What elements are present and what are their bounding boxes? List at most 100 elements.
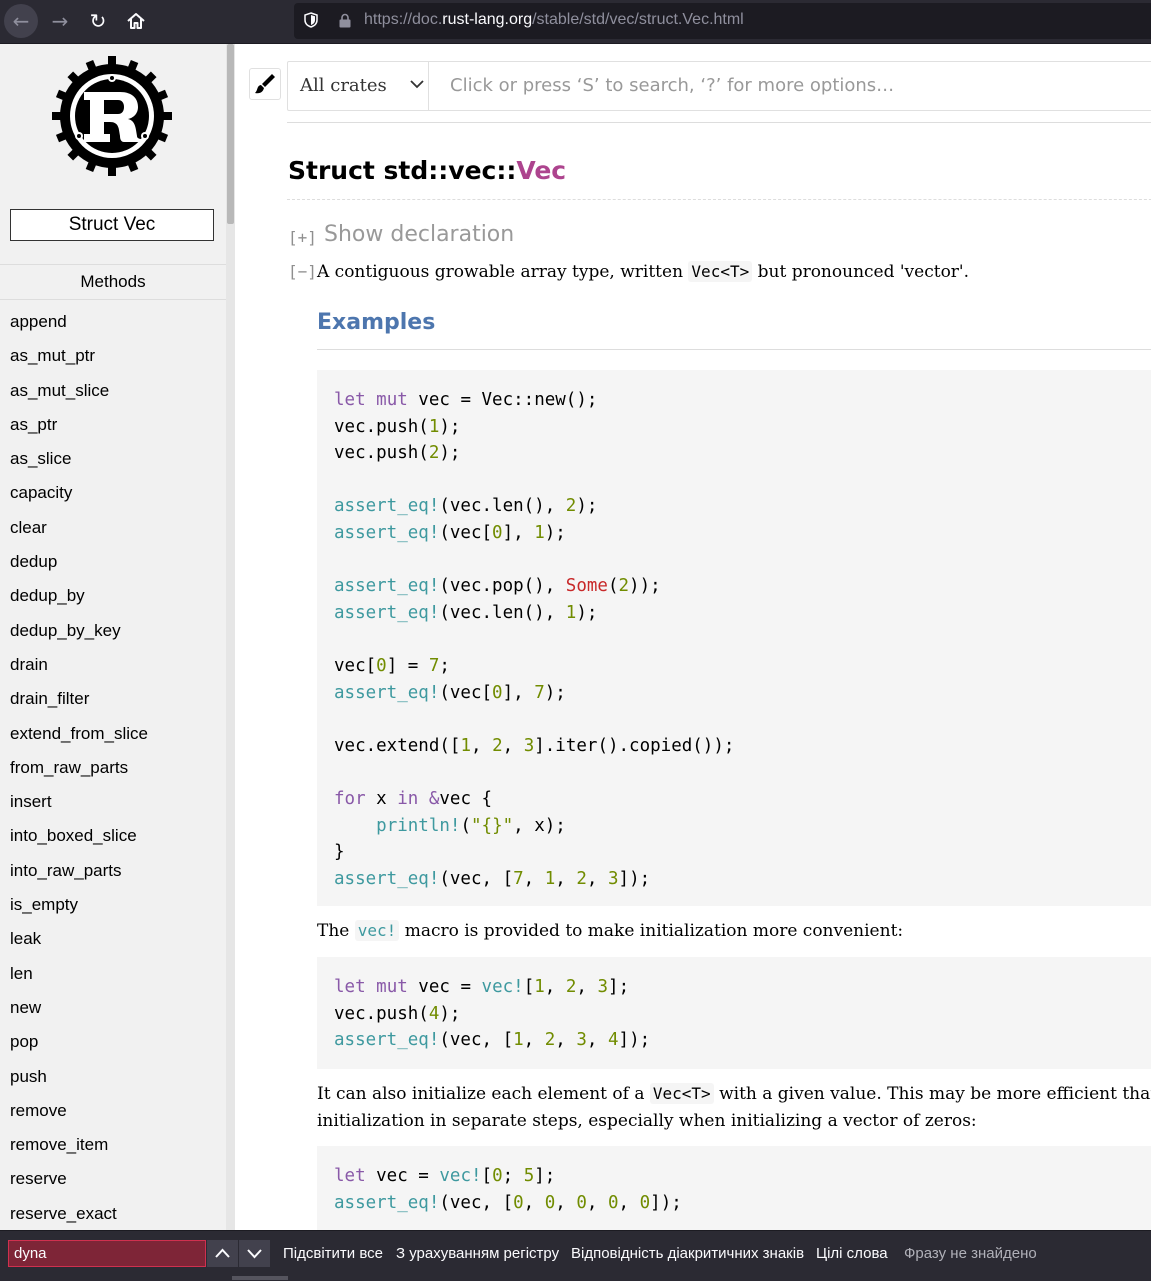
code-token: ); [439, 1003, 461, 1024]
sidebar-method-push[interactable]: push [10, 1067, 148, 1101]
code-token: 0 [576, 1192, 587, 1213]
sidebar-method-insert[interactable]: insert [10, 792, 148, 826]
sidebar-scrollbar-thumb[interactable] [227, 44, 234, 224]
code-token: )); [629, 576, 661, 597]
sidebar-method-drain-filter[interactable]: drain_filter [10, 689, 148, 723]
methods-section-title[interactable]: Methods [0, 264, 226, 300]
reload-button[interactable]: ↻ [81, 4, 115, 38]
sidebar-method-as-slice[interactable]: as_slice [10, 449, 148, 483]
code-token: 0 [513, 1192, 524, 1213]
code-token: (vec, [ [439, 1030, 514, 1051]
sidebar-method-as-mut-ptr[interactable]: as_mut_ptr [10, 346, 148, 380]
home-button[interactable] [119, 4, 153, 38]
highlight-all-toggle[interactable]: Підсвітити все [283, 1245, 383, 1262]
code-token: , [523, 868, 545, 889]
code-token: , [586, 868, 608, 889]
code-token: vec.push( [334, 443, 429, 464]
inline-code: Vec<T> [688, 261, 753, 282]
forward-button[interactable]: → [43, 4, 77, 38]
sidebar-method-remove-item[interactable]: remove_item [10, 1135, 148, 1169]
code-token: ); [439, 416, 461, 437]
sidebar-method-clear[interactable]: clear [10, 518, 148, 552]
arrow-left-icon: ← [12, 9, 30, 33]
struct-label[interactable]: Struct Vec [10, 209, 214, 241]
code-token: 0 [608, 1192, 619, 1213]
code-token: vec! [439, 1166, 482, 1186]
code-token: println! [376, 815, 461, 836]
code-token: 0 [492, 682, 503, 703]
code-token: ]); [618, 868, 651, 889]
code-token: ); [576, 602, 598, 623]
find-input[interactable]: dyna [8, 1240, 206, 1267]
code-token: vec.extend([ [334, 735, 461, 756]
sidebar-method-dedup-by-key[interactable]: dedup_by_key [10, 621, 148, 655]
chevron-down-icon [410, 80, 424, 89]
code-token: 3 [523, 735, 535, 756]
code-block-2: let mut vec = vec![1, 2, 3]; vec.push(4)… [317, 957, 1151, 1069]
code-token: 0 [492, 522, 503, 543]
code-token: ); [439, 443, 461, 464]
sidebar-method-drain[interactable]: drain [10, 655, 148, 689]
sidebar-method-as-mut-slice[interactable]: as_mut_slice [10, 381, 148, 415]
sidebar-method-dedup[interactable]: dedup [10, 552, 148, 586]
sidebar-method-as-ptr[interactable]: as_ptr [10, 415, 148, 449]
sidebar-method-reserve-exact[interactable]: reserve_exact [10, 1204, 148, 1230]
code-token: 7 [534, 682, 545, 703]
back-button[interactable]: ← [4, 4, 38, 38]
code-token: , [586, 1030, 608, 1051]
code-token: "{}" [471, 815, 514, 836]
lock-icon[interactable] [338, 13, 352, 28]
find-next-button[interactable] [239, 1240, 270, 1267]
search-input[interactable]: Click or press ‘S’ to search, ‘?’ for mo… [450, 62, 894, 110]
sidebar-method-dedup-by[interactable]: dedup_by [10, 586, 148, 620]
sidebar-method-leak[interactable]: leak [10, 929, 148, 963]
find-status: Фразу не знайдено [904, 1245, 1037, 1262]
chevron-down-icon [247, 1249, 262, 1259]
crate-select[interactable]: All crates [288, 62, 429, 110]
divider [287, 122, 1151, 123]
code-token: 3 [608, 868, 619, 889]
sidebar-method-len[interactable]: len [10, 964, 148, 998]
horizontal-scrollbar[interactable] [232, 1276, 288, 1280]
find-bar: dyna Підсвітити все З урахуванням регіст… [0, 1230, 1151, 1281]
vec-macro-text-part: macro is provided to make initialization… [399, 921, 904, 941]
code-token: ], [502, 522, 535, 543]
sidebar-method-extend-from-slice[interactable]: extend_from_slice [10, 724, 148, 758]
sidebar-method-capacity[interactable]: capacity [10, 483, 148, 517]
code-token: & [428, 788, 440, 809]
sidebar-scrollbar[interactable] [226, 44, 235, 1230]
rust-logo-icon[interactable] [50, 54, 174, 178]
match-diacritics-toggle[interactable]: Відповідність діакритичних знаків [571, 1245, 804, 1262]
code-token: 2 [565, 496, 577, 517]
show-declaration-link[interactable]: Show declaration [324, 222, 514, 247]
sidebar-method-into-boxed-slice[interactable]: into_boxed_slice [10, 826, 148, 860]
code-token: 3 [576, 1030, 587, 1051]
code-token: ; [439, 655, 450, 676]
sidebar-method-reserve[interactable]: reserve [10, 1169, 148, 1203]
theme-picker-button[interactable] [249, 68, 281, 100]
collapse-docs-toggle[interactable]: [−] [288, 262, 317, 281]
sidebar-method-into-raw-parts[interactable]: into_raw_parts [10, 861, 148, 895]
match-case-toggle[interactable]: З урахуванням регістру [396, 1245, 559, 1262]
address-bar[interactable]: https://doc.rust-lang.org/stable/std/vec… [294, 3, 1151, 39]
sidebar-method-remove[interactable]: remove [10, 1101, 148, 1135]
whole-words-toggle[interactable]: Цілі слова [816, 1245, 888, 1262]
code-token: 1 [565, 602, 577, 623]
summary-text: A contiguous growable array type, writte… [317, 261, 969, 282]
find-previous-button[interactable] [207, 1240, 238, 1267]
expand-declaration-toggle[interactable]: [+] [288, 228, 317, 247]
code-token: 0 [639, 1192, 651, 1213]
sidebar-method-new[interactable]: new [10, 998, 148, 1032]
shield-icon[interactable] [304, 12, 318, 28]
code-token: 2 [576, 868, 587, 889]
sidebar-method-append[interactable]: append [10, 312, 148, 346]
sidebar-method-pop[interactable]: pop [10, 1032, 148, 1066]
code-token: ] = [386, 655, 429, 676]
examples-heading[interactable]: Examples [317, 310, 435, 335]
sidebar-method-is-empty[interactable]: is_empty [10, 895, 148, 929]
code-token: vec = [407, 977, 482, 997]
code-token: assert_eq! [334, 682, 440, 703]
title-struct-name: Vec [516, 156, 567, 185]
code-token: 1 [460, 735, 471, 756]
sidebar-method-from-raw-parts[interactable]: from_raw_parts [10, 758, 148, 792]
